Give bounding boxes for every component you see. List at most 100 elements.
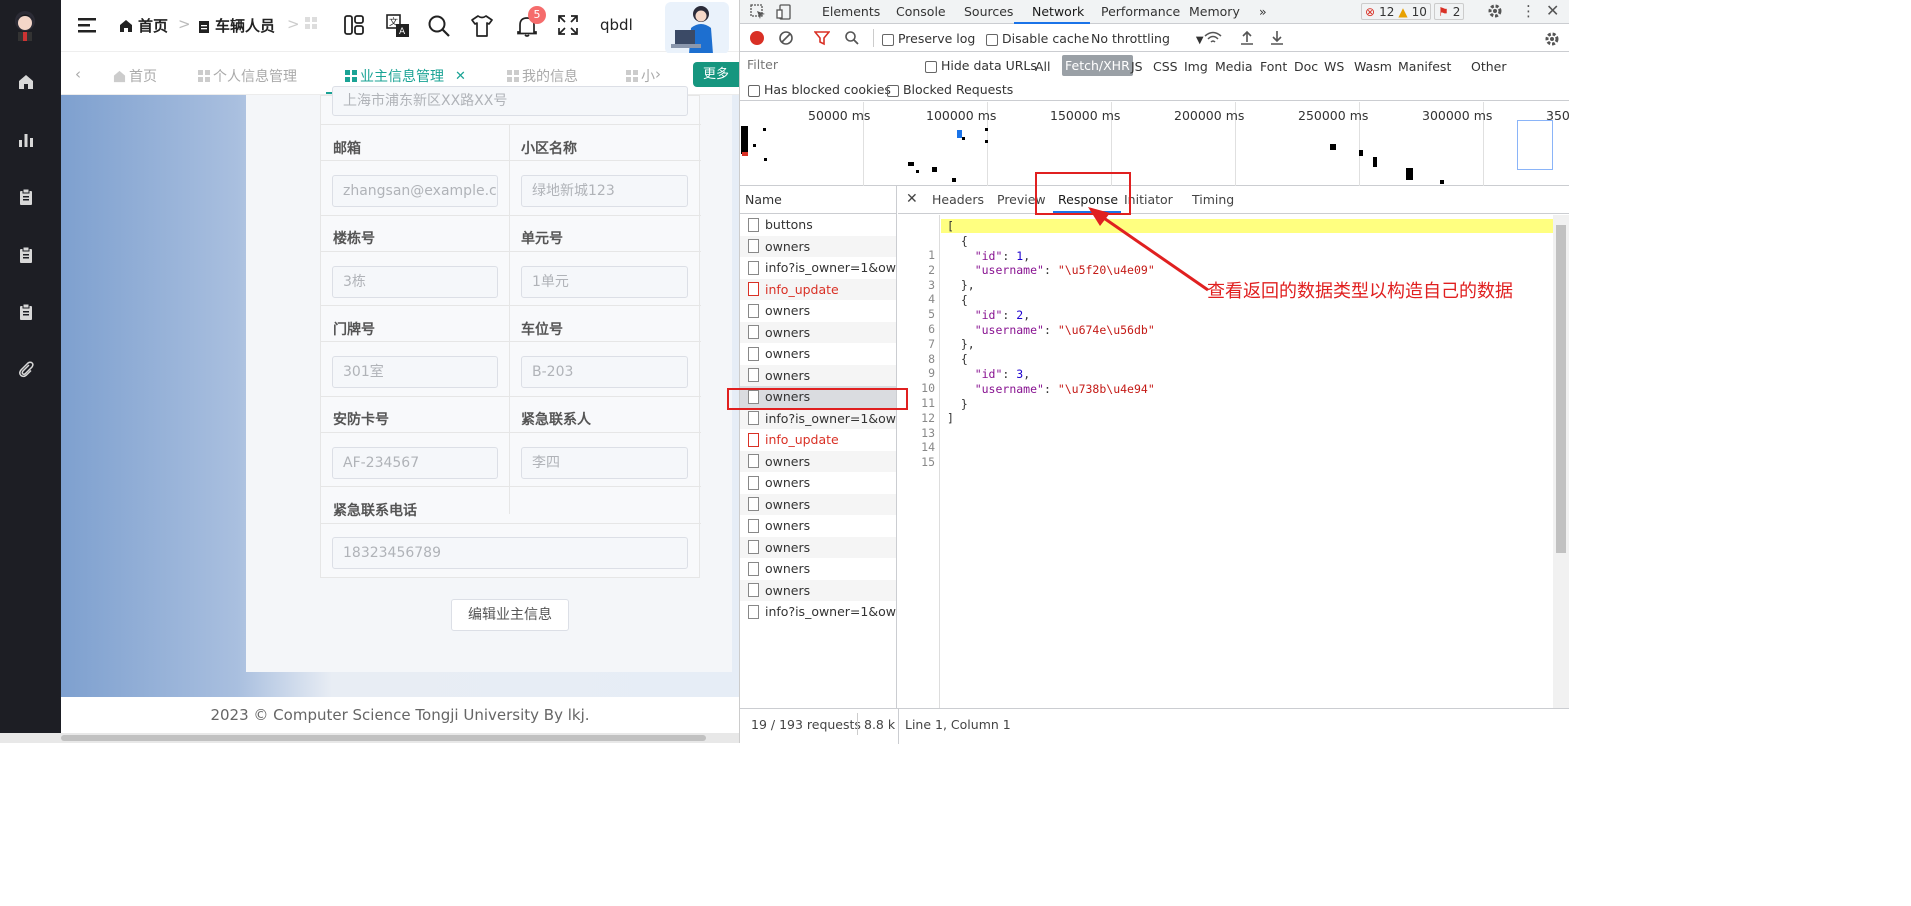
request-row-failed[interactable]: info_update [740, 429, 896, 451]
translate-icon[interactable]: 文A [386, 14, 410, 38]
request-row[interactable]: owners [740, 235, 896, 257]
home-icon[interactable] [16, 72, 36, 92]
filter-input[interactable]: Filter [742, 55, 912, 75]
clipboard-icon[interactable] [16, 245, 36, 265]
download-icon[interactable] [1270, 30, 1284, 46]
request-row[interactable]: owners [740, 321, 896, 343]
filter-icon[interactable] [814, 30, 830, 46]
building-field[interactable]: 3栋 [332, 266, 498, 298]
filter-wasm[interactable]: Wasm [1354, 59, 1392, 74]
record-icon[interactable] [750, 31, 764, 45]
filter-all[interactable]: All [1035, 59, 1051, 74]
horizontal-scrollbar[interactable] [0, 733, 739, 743]
filter-doc[interactable]: Doc [1294, 59, 1318, 74]
tab-truncated[interactable]: 小 [626, 66, 655, 86]
request-row[interactable]: owners [740, 472, 896, 494]
breadcrumb-vehicle[interactable]: 车辆人员 [198, 15, 275, 36]
request-row[interactable]: owners [740, 579, 896, 601]
request-row[interactable]: owners [740, 343, 896, 365]
emergency-phone-field[interactable]: 18323456789 [332, 537, 688, 569]
fullscreen-icon[interactable] [557, 14, 581, 38]
filter-media[interactable]: Media [1215, 59, 1253, 74]
network-settings-icon[interactable] [1543, 30, 1561, 48]
more-tabs-icon[interactable]: » [1259, 4, 1267, 19]
name-column-header[interactable]: Name [740, 186, 896, 214]
request-row[interactable]: owners [740, 493, 896, 515]
network-conditions-icon[interactable] [1204, 30, 1222, 46]
kebab-menu-icon[interactable]: ⋮ [1521, 2, 1536, 20]
filter-manifest[interactable]: Manifest [1398, 59, 1451, 74]
filter-js[interactable]: JS [1131, 59, 1143, 74]
scrollbar-thumb[interactable] [1556, 225, 1566, 553]
tab-scroll-left-icon[interactable]: ‹ [75, 65, 81, 83]
request-row-failed[interactable]: info_update [740, 278, 896, 300]
user-avatar-illustration[interactable] [661, 0, 733, 54]
request-row[interactable]: owners [740, 558, 896, 580]
throttling-select[interactable]: No throttling ▼ [1091, 31, 1204, 46]
search-icon[interactable] [844, 30, 860, 46]
devtools-tab-memory[interactable]: Memory [1189, 4, 1240, 19]
emergency-contact-field[interactable]: 李四 [521, 447, 688, 479]
username[interactable]: qbdl [600, 16, 633, 34]
clear-icon[interactable] [778, 30, 794, 46]
edit-owner-button[interactable]: 编辑业主信息 [451, 599, 569, 631]
close-tab-icon[interactable]: ✕ [455, 69, 466, 84]
security-card-field[interactable]: AF-234567 [332, 447, 498, 479]
devtools-tab-network[interactable]: Network [1032, 4, 1084, 19]
request-row[interactable]: owners [740, 515, 896, 537]
close-detail-icon[interactable]: ✕ [906, 191, 918, 207]
avatar[interactable] [10, 8, 40, 42]
disable-cache-checkbox[interactable]: Disable cache [986, 31, 1089, 46]
filter-fetch-xhr[interactable]: Fetch/XHR [1062, 55, 1133, 76]
parking-field[interactable]: B-203 [521, 356, 688, 388]
devtools-tab-sources[interactable]: Sources [964, 4, 1013, 19]
scrollbar-thumb[interactable] [61, 735, 706, 741]
request-row[interactable]: info?is_owner=1&ow... [740, 407, 896, 429]
settings-icon[interactable] [1486, 2, 1504, 20]
community-field[interactable]: 绿地新城123 [521, 175, 688, 207]
hide-data-urls-checkbox[interactable]: Hide data URLs [925, 58, 1037, 73]
filter-css[interactable]: CSS [1153, 59, 1178, 74]
device-toolbar-icon[interactable] [776, 4, 792, 20]
filter-ws[interactable]: WS [1324, 59, 1344, 74]
inspect-icon[interactable] [750, 4, 766, 20]
paperclip-icon[interactable] [16, 359, 36, 379]
chart-icon[interactable] [16, 130, 36, 150]
vertical-scrollbar[interactable] [1553, 215, 1569, 708]
clipboard-icon[interactable] [16, 302, 36, 322]
detail-tab-headers[interactable]: Headers [932, 192, 984, 207]
blocked-requests-checkbox[interactable]: Blocked Requests [887, 82, 1013, 97]
request-row[interactable]: owners [740, 450, 896, 472]
issues-count[interactable]: ⚑ 2 [1434, 3, 1465, 20]
search-icon[interactable] [427, 14, 451, 38]
door-field[interactable]: 301室 [332, 356, 498, 388]
filter-font[interactable]: Font [1260, 59, 1287, 74]
email-field[interactable]: zhangsan@example.c [332, 175, 498, 207]
devtools-tab-console[interactable]: Console [896, 4, 946, 19]
request-row[interactable]: info?is_owner=1&ow... [740, 601, 896, 623]
devtools-tab-elements[interactable]: Elements [822, 4, 880, 19]
request-row[interactable]: owners [740, 536, 896, 558]
request-row[interactable]: info?is_owner=1&ow... [740, 257, 896, 279]
filter-img[interactable]: Img [1184, 59, 1208, 74]
tab-personal-info[interactable]: 个人信息管理 [198, 66, 297, 86]
upload-icon[interactable] [1240, 30, 1254, 46]
tshirt-icon[interactable] [470, 14, 494, 38]
preserve-log-checkbox[interactable]: Preserve log [882, 31, 975, 46]
tab-scroll-right-icon[interactable]: › [655, 65, 661, 83]
tab-home[interactable]: 首页 [113, 66, 157, 86]
tab-owner-info[interactable]: 业主信息管理 ✕ [345, 66, 466, 86]
console-counts[interactable]: ⊗ 12 ▲ 10 [1361, 3, 1431, 20]
blocked-cookies-checkbox[interactable]: Has blocked cookies [748, 82, 891, 97]
close-devtools-icon[interactable]: ✕ [1546, 1, 1559, 20]
request-row[interactable]: owners [740, 364, 896, 386]
address-field[interactable]: 上海市浦东新区XX路XX号 [332, 86, 688, 116]
more-tabs-button[interactable]: 更多 [693, 62, 743, 87]
breadcrumb-home[interactable]: 首页 [119, 15, 168, 36]
network-timeline[interactable]: 50000 ms 100000 ms 150000 ms 200000 ms 2… [740, 102, 1570, 186]
tab-my-info[interactable]: 我的信息 [507, 66, 578, 86]
timeline-selection-handle[interactable] [1517, 120, 1553, 170]
unit-field[interactable]: 1单元 [521, 266, 688, 298]
filter-other[interactable]: Other [1471, 59, 1507, 74]
layout-icon[interactable] [343, 14, 367, 38]
